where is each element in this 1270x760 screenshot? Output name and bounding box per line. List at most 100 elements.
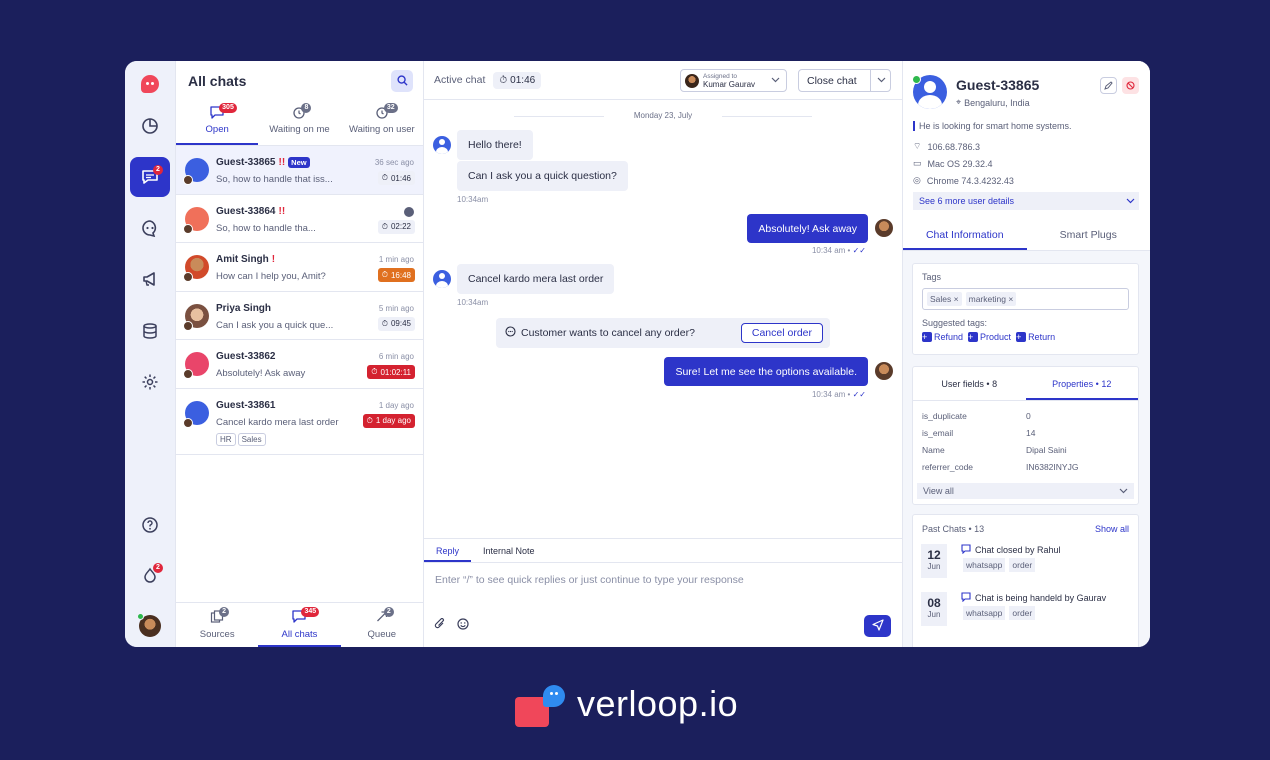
tag-chip: HR bbox=[216, 432, 236, 446]
close-icon[interactable]: × bbox=[954, 294, 959, 304]
cancel-order-button[interactable]: Cancel order bbox=[740, 323, 823, 343]
item-name: Guest-33865 bbox=[216, 157, 276, 168]
see-more-text: See 6 more user details bbox=[919, 196, 1015, 206]
timer-icon: ⏱ bbox=[381, 270, 388, 279]
assign-dropdown[interactable]: Assigned to Kumar Gaurav bbox=[680, 69, 787, 92]
chat-timer: ⏱ 01:46 bbox=[493, 71, 542, 89]
timer-value: 16:48 bbox=[390, 270, 411, 280]
logo-icon[interactable] bbox=[130, 64, 170, 104]
tag-text: Sales bbox=[930, 294, 952, 304]
timer-pill: ⏱ 01:46 bbox=[377, 171, 415, 185]
past-chats-label: Past Chats • 13 bbox=[922, 524, 985, 534]
system-prompt-text: Customer wants to cancel any order? bbox=[521, 327, 695, 339]
chevron-down-icon[interactable] bbox=[877, 75, 886, 87]
list-item[interactable]: Guest-33865!! New So, how to handle that … bbox=[176, 146, 423, 195]
close-chat-button[interactable]: Close chat bbox=[798, 69, 891, 92]
date-day: 08 bbox=[927, 596, 941, 610]
nav-queue[interactable]: 2 Queue bbox=[341, 603, 423, 647]
send-button[interactable] bbox=[864, 615, 891, 637]
notifications-icon[interactable]: 2 bbox=[130, 556, 170, 596]
suggested-tag-text: Product bbox=[980, 332, 1012, 342]
chat-header: Active chat ⏱ 01:46 Assigned to Kumar Gau… bbox=[424, 61, 902, 100]
suggested-tag[interactable]: + Refund bbox=[922, 332, 963, 342]
property-key: referrer_code bbox=[922, 461, 974, 472]
edit-icon[interactable] bbox=[1100, 77, 1117, 94]
property-row: Name Dipal Saini bbox=[913, 441, 1138, 458]
past-chat-item[interactable]: 12 Jun Chat closed by Rahul whatsapp order bbox=[913, 544, 1138, 592]
list-title: All chats bbox=[188, 72, 247, 89]
timer-value: 1 day ago bbox=[375, 416, 411, 425]
list-item[interactable]: Amit Singh! How can I help you, Amit? 1 … bbox=[176, 243, 423, 292]
see-more-details[interactable]: See 6 more user details bbox=[913, 192, 1139, 210]
tags-card: Tags Sales × marketing × Suggested tags:… bbox=[912, 263, 1139, 355]
compose-area: Reply Internal Note Enter “/” to see qui… bbox=[424, 538, 902, 647]
list-item[interactable]: Guest-33861 Cancel kardo mera last order… bbox=[176, 389, 423, 455]
settings-icon[interactable] bbox=[130, 362, 170, 402]
timer-value: 02:22 bbox=[390, 222, 411, 231]
agent-avatar bbox=[183, 223, 193, 234]
tab-chat-information[interactable]: Chat Information bbox=[903, 220, 1027, 250]
nav-sources[interactable]: 2 Sources bbox=[176, 603, 258, 647]
item-time: 5 min ago bbox=[378, 303, 414, 313]
campaigns-icon[interactable] bbox=[130, 259, 170, 299]
past-chat-item[interactable]: 08 Jun Chat is being handeld by Gaurav wh… bbox=[913, 592, 1138, 640]
suggested-tag[interactable]: + Product bbox=[968, 332, 1011, 342]
tab-smart-plugs[interactable]: Smart Plugs bbox=[1027, 220, 1151, 250]
tab-internal-note[interactable]: Internal Note bbox=[471, 539, 547, 562]
close-icon[interactable]: × bbox=[1008, 294, 1013, 304]
tab-count: 8 bbox=[301, 103, 312, 113]
read-receipt-icon: ✓✓ bbox=[852, 390, 866, 399]
avatar[interactable] bbox=[130, 606, 170, 646]
tab-waiting-on-user[interactable]: 32 Waiting on user bbox=[341, 100, 423, 145]
suggested-tag-text: Refund bbox=[934, 332, 964, 342]
nav-label: Sources bbox=[199, 629, 235, 640]
agent-avatar bbox=[183, 175, 193, 185]
search-icon[interactable] bbox=[391, 69, 413, 92]
list-item[interactable]: Guest-33862 Absolutely! Ask away 6 min a… bbox=[176, 340, 423, 389]
tag-chip: Sales bbox=[237, 432, 266, 446]
tag-chip: order bbox=[1009, 606, 1036, 620]
tab-open[interactable]: 305 Open bbox=[176, 100, 259, 145]
property-row: is_email 14 bbox=[913, 424, 1138, 441]
new-badge: New bbox=[288, 157, 310, 168]
chat-panel: Active chat ⏱ 01:46 Assigned to Kumar Gau… bbox=[424, 61, 903, 647]
agent-avatar bbox=[183, 320, 193, 331]
list-item[interactable]: Guest-33864!! So, how to handle tha... ⏱… bbox=[176, 195, 423, 243]
chats-icon[interactable]: 2 bbox=[130, 157, 170, 197]
emoji-icon[interactable] bbox=[457, 618, 469, 633]
property-row: is_duplicate 0 bbox=[913, 407, 1138, 424]
view-all-button[interactable]: View all bbox=[917, 483, 1134, 499]
brand-text: verloop.io bbox=[577, 683, 739, 724]
tags-input[interactable]: Sales × marketing × bbox=[922, 288, 1129, 310]
block-icon[interactable] bbox=[1122, 77, 1139, 94]
date-day: 12 bbox=[927, 548, 941, 562]
os-text: Mac OS 29.32.4 bbox=[927, 158, 993, 169]
timer-icon: ⏱ bbox=[381, 173, 388, 182]
reply-input[interactable]: Enter “/” to see quick replies or just c… bbox=[424, 563, 902, 597]
message-outgoing: Absolutely! Ask away bbox=[747, 214, 868, 243]
tab-reply[interactable]: Reply bbox=[424, 539, 472, 562]
agent-avatar bbox=[685, 73, 699, 88]
active-chat-label: Active chat bbox=[434, 74, 486, 86]
tab-waiting-on-me[interactable]: 8 Waiting on me bbox=[258, 100, 340, 145]
past-chat-title-text: Chat is being handeld by Gaurav bbox=[975, 593, 1107, 603]
database-icon[interactable] bbox=[130, 311, 170, 351]
bots-icon[interactable] bbox=[130, 208, 170, 248]
location-pin-icon bbox=[404, 206, 414, 217]
tab-user-fields[interactable]: User fields • 8 bbox=[913, 367, 1026, 400]
show-all-link[interactable]: Show all bbox=[1095, 524, 1129, 534]
wifi-icon: ⌔ bbox=[913, 141, 922, 151]
date-separator: Monday 23, July bbox=[424, 111, 902, 120]
alerts-badge: 2 bbox=[153, 563, 163, 573]
reports-icon[interactable] bbox=[130, 106, 170, 146]
date-month: Jun bbox=[927, 610, 941, 619]
attachment-icon[interactable] bbox=[434, 618, 446, 633]
agent-avatar bbox=[875, 219, 893, 237]
tab-properties[interactable]: Properties • 12 bbox=[1025, 367, 1138, 400]
nav-all-chats[interactable]: 345 All chats bbox=[258, 603, 341, 647]
profile-name: Guest-33865 bbox=[956, 77, 1040, 93]
list-item[interactable]: Priya Singh Can I ask you a quick que...… bbox=[176, 292, 423, 340]
tab-label: Waiting on me bbox=[269, 124, 330, 135]
help-icon[interactable] bbox=[130, 505, 170, 545]
suggested-tag[interactable]: + Return bbox=[1016, 332, 1055, 342]
